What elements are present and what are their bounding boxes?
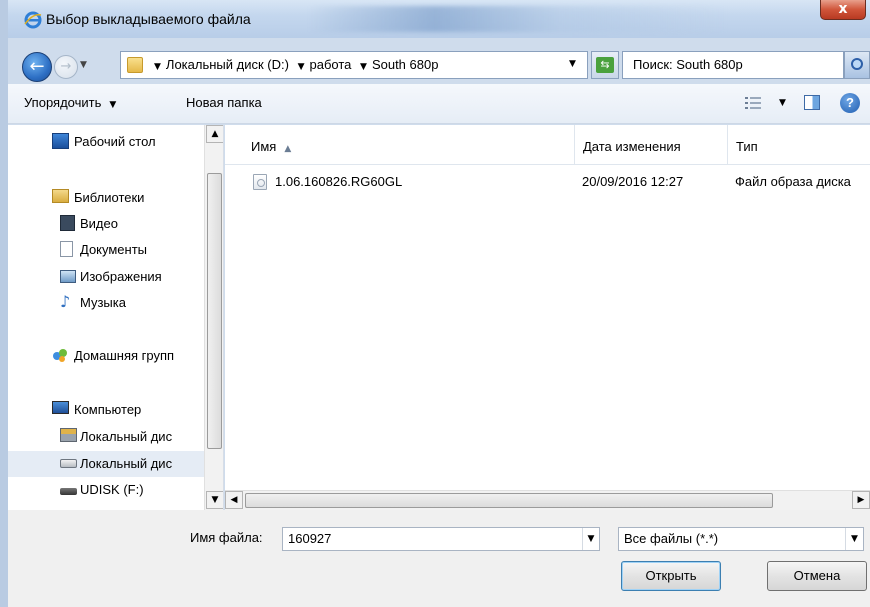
sidebar-item-libraries[interactable]: Библиотеки	[8, 183, 204, 209]
sidebar-item-pictures[interactable]: Изображения	[8, 264, 204, 290]
breadcrumb-separator-icon[interactable]: ▼	[298, 62, 305, 72]
filename-dropdown-icon[interactable]: ▼	[582, 528, 599, 550]
navigation-bar: ← → ▼ ▼ Локальный диск (D:) ▼ работа ▼ Sout…	[8, 38, 870, 84]
filename-label: Имя файла:	[190, 530, 263, 545]
system-drive-icon	[60, 428, 77, 442]
file-type-filter-select[interactable]: Все файлы (*.*)	[618, 527, 864, 551]
address-bar[interactable]: ▼ Локальный диск (D:) ▼ работа ▼ South 680p…	[120, 51, 588, 79]
title-bar[interactable]: Выбор выкладываемого файла x	[8, 0, 870, 38]
file-list[interactable]: Имя ▲ Дата изменения Тип 1.06.160826.RG60…	[225, 125, 870, 510]
table-row[interactable]: 1.06.160826.RG60GL 20/09/2016 12:27 Файл…	[225, 169, 870, 195]
scroll-thumb[interactable]	[207, 173, 222, 449]
sidebar-item-label: UDISK (F:)	[80, 482, 144, 497]
scroll-up-icon[interactable]: ▲	[206, 125, 223, 143]
organize-button[interactable]: Упорядочить ▼	[24, 95, 116, 110]
video-icon	[60, 215, 75, 231]
breadcrumb: ▼ Локальный диск (D:) ▼ работа ▼ South 680p	[149, 57, 438, 72]
change-view-icon[interactable]	[745, 96, 761, 110]
search-input[interactable]: Поиск: South 680p	[622, 51, 844, 79]
close-button[interactable]: x	[820, 0, 866, 20]
title-glow	[308, 6, 728, 32]
dialog-footer: Имя файла: 160927 ▼ Все файлы (*.*) ▼ От…	[8, 510, 870, 607]
filter-dropdown-icon[interactable]: ▼	[845, 528, 863, 550]
sidebar-item-label: Документы	[80, 242, 148, 257]
computer-icon	[52, 401, 69, 414]
sidebar-item-video[interactable]: Видео	[8, 211, 204, 237]
sidebar-item-documents[interactable]: Документы	[8, 237, 204, 263]
recent-pages-dropdown-icon[interactable]: ▼	[80, 60, 87, 70]
address-dropdown-icon[interactable]: ▼	[569, 59, 576, 69]
column-header-label: Дата изменения	[583, 139, 681, 154]
cancel-button[interactable]: Отмена	[767, 561, 867, 591]
help-icon[interactable]: ?	[840, 93, 860, 113]
disc-image-file-icon	[253, 174, 267, 190]
sidebar-item-music[interactable]: ♪ Музыка	[8, 290, 204, 316]
file-list-hscrollbar[interactable]: ◀ ▶	[225, 490, 870, 510]
column-header-row: Имя ▲ Дата изменения Тип	[225, 125, 870, 165]
sidebar-scrollbar[interactable]: ▲ ▼	[204, 125, 223, 510]
sidebar-item-homegroup[interactable]: Домашняя групп	[8, 343, 204, 369]
sidebar-item-label: Библиотеки	[74, 190, 145, 205]
view-options-dropdown-icon[interactable]: ▼	[779, 98, 786, 108]
breadcrumb-item-south-680p[interactable]: South 680p	[372, 57, 439, 72]
breadcrumb-item-drive-d[interactable]: Локальный диск (D:)	[166, 57, 289, 72]
file-date: 20/09/2016 12:27	[582, 174, 684, 189]
breadcrumb-separator-icon[interactable]: ▼	[360, 62, 367, 72]
sidebar-item-label: Рабочий стол	[74, 134, 156, 149]
column-header-date[interactable]: Дата изменения	[575, 125, 728, 165]
usb-drive-icon	[60, 488, 77, 495]
sidebar-item-udisk[interactable]: UDISK (F:)	[8, 479, 204, 505]
sidebar-item-drive-d[interactable]: Локальный дис	[8, 451, 204, 477]
back-button[interactable]: ←	[22, 52, 52, 82]
sort-ascending-icon: ▲	[284, 144, 292, 154]
forward-button[interactable]: →	[54, 55, 78, 79]
file-open-dialog: Выбор выкладываемого файла x ← → ▼ ▼ Лока…	[0, 0, 870, 607]
scroll-right-icon[interactable]: ▶	[852, 491, 870, 509]
scroll-left-icon[interactable]: ◀	[225, 491, 243, 509]
breadcrumb-separator-icon[interactable]: ▼	[154, 62, 161, 72]
sidebar-item-label: Локальный дис	[80, 456, 173, 471]
command-toolbar: Упорядочить ▼ Новая папка ▼ ?	[8, 84, 870, 124]
scroll-down-icon[interactable]: ▼	[206, 491, 223, 509]
sidebar-item-label: Домашняя групп	[74, 348, 175, 363]
navigation-pane[interactable]: Рабочий стол Библиотеки Видео Документы …	[8, 125, 224, 510]
organize-label: Упорядочить	[24, 95, 102, 110]
sidebar-item-label: Локальный дис	[80, 429, 173, 444]
folder-icon	[127, 57, 143, 73]
homegroup-icon	[52, 347, 68, 363]
column-header-label: Тип	[736, 139, 758, 154]
internet-explorer-icon	[24, 11, 42, 29]
search-icon	[851, 58, 863, 70]
desktop-icon	[52, 133, 69, 149]
libraries-icon	[52, 189, 69, 203]
file-type: Файл образа диска	[735, 174, 851, 189]
refresh-button[interactable]: ⇆	[591, 51, 619, 79]
column-header-type[interactable]: Тип	[728, 125, 870, 165]
sidebar-item-system-drive[interactable]: Локальный дис	[8, 424, 204, 450]
search-button[interactable]	[844, 51, 870, 79]
filename-input[interactable]: 160927	[282, 527, 600, 551]
sidebar-item-label: Изображения	[80, 269, 162, 284]
sidebar-item-desktop[interactable]: Рабочий стол	[8, 129, 204, 155]
breadcrumb-item-work[interactable]: работа	[310, 57, 352, 72]
column-header-label: Имя	[251, 139, 277, 154]
documents-icon	[60, 241, 73, 257]
music-icon: ♪	[60, 292, 71, 311]
refresh-icon: ⇆	[596, 57, 614, 73]
sidebar-item-computer[interactable]: Компьютер	[8, 397, 204, 423]
open-button[interactable]: Открыть	[621, 561, 721, 591]
preview-pane-icon[interactable]	[804, 95, 820, 110]
sidebar-item-label: Видео	[80, 216, 118, 231]
drive-icon	[60, 459, 77, 468]
file-name: 1.06.160826.RG60GL	[275, 174, 403, 189]
new-folder-button[interactable]: Новая папка	[186, 95, 262, 110]
window-title: Выбор выкладываемого файла	[46, 11, 251, 27]
scroll-thumb[interactable]	[245, 493, 773, 508]
sidebar-item-label: Компьютер	[74, 402, 142, 417]
column-header-name[interactable]: Имя ▲	[225, 125, 575, 165]
sidebar-item-label: Музыка	[80, 295, 126, 310]
pictures-icon	[60, 270, 76, 283]
chevron-down-icon: ▼	[109, 100, 117, 110]
